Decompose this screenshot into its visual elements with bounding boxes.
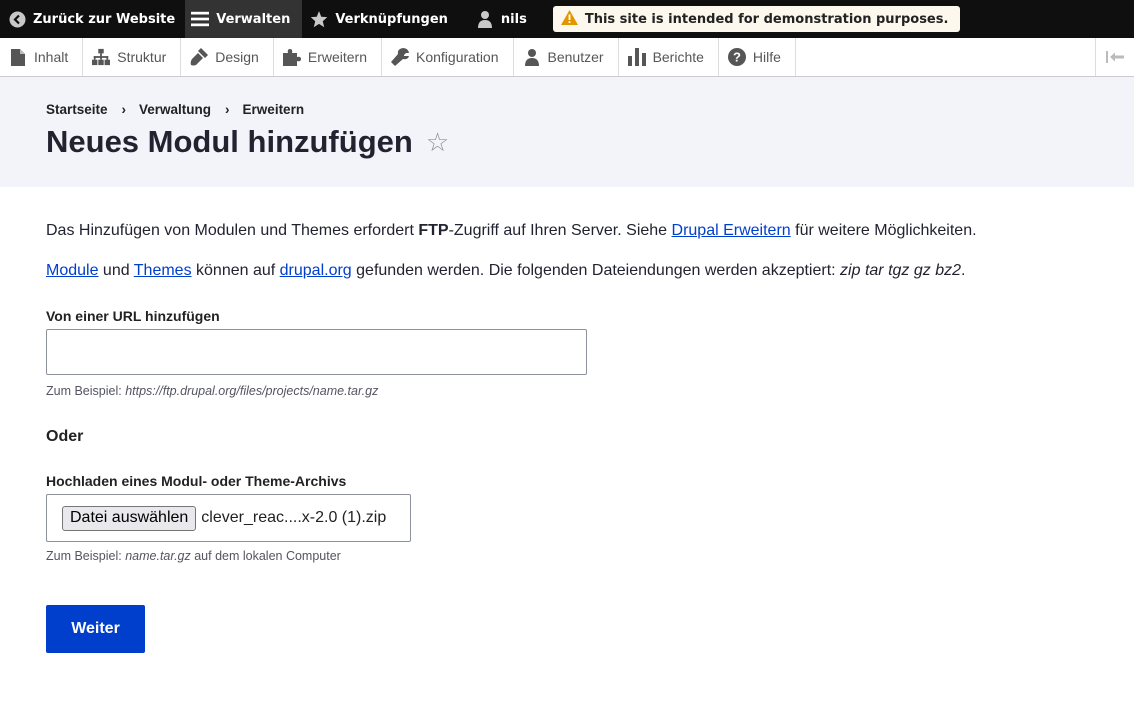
drupal-extend-link[interactable]: Drupal Erweitern [672, 222, 791, 239]
menu-icon [191, 10, 210, 28]
shortcuts-label: Verknüpfungen [335, 11, 448, 27]
tray-item-erweitern[interactable]: Erweitern [274, 38, 382, 76]
tray-item-konfiguration[interactable]: Konfiguration [382, 38, 514, 76]
breadcrumb-link-startseite[interactable]: Startseite [46, 102, 108, 117]
tray-item-label: Inhalt [34, 49, 69, 65]
tray-item-label: Berichte [652, 49, 704, 65]
tray-item-benutzer[interactable]: Benutzer [514, 38, 619, 76]
tray-item-label: Hilfe [752, 49, 781, 65]
intro-text: -Zugriff auf Ihren Server. Siehe [448, 222, 672, 239]
intro-text: . [961, 262, 966, 279]
modules-link[interactable]: Module [46, 262, 98, 279]
back-to-site-label: Zurück zur Website [33, 11, 176, 27]
selected-file-name: clever_reac....x-2.0 (1).zip [201, 509, 387, 526]
warning-icon [560, 9, 578, 29]
page-title: Neues Modul hinzufügen [46, 124, 413, 159]
file-upload-field[interactable]: Datei auswählen clever_reac....x-2.0 (1)… [46, 494, 411, 542]
add-shortcut-star-icon[interactable]: ☆ [426, 127, 449, 158]
people-icon [523, 48, 541, 66]
tray-item-label: Erweitern [307, 49, 367, 65]
themes-link[interactable]: Themes [134, 262, 192, 279]
tray-item-label: Benutzer [547, 49, 604, 65]
star-icon [310, 10, 328, 28]
collapse-left-icon [1106, 48, 1124, 67]
paintbrush-icon [190, 48, 209, 66]
drupal-org-link[interactable]: drupal.org [280, 262, 352, 279]
desc-text: auf dem lokalen Computer [190, 549, 341, 563]
demo-notice-text: This site is intended for demonstration … [584, 11, 949, 27]
choose-file-button[interactable]: Datei auswählen [62, 505, 197, 531]
breadcrumb-separator: › [225, 102, 230, 117]
breadcrumb-link-verwaltung[interactable]: Verwaltung [139, 102, 211, 117]
intro-text: für weitere Möglichkeiten. [790, 222, 977, 239]
desc-text: Zum Beispiel: [46, 549, 126, 563]
breadcrumb-separator: › [121, 102, 127, 117]
breadcrumb: Startseite › Verwaltung › Erweitern [46, 102, 304, 117]
tray-item-label: Struktur [117, 49, 167, 65]
back-to-site-link[interactable]: Zurück zur Website [0, 0, 185, 38]
bar-chart-icon [627, 48, 646, 66]
url-field-description: Zum Beispiel: https://ftp.drupal.org/fil… [46, 384, 378, 398]
tray-item-inhalt[interactable]: Inhalt [0, 38, 84, 76]
tray-item-label: Konfiguration [416, 49, 499, 65]
file-icon [9, 48, 27, 66]
page-title-wrapper: Neues Modul hinzufügen ☆ [46, 124, 449, 160]
help-icon: ? [727, 48, 746, 66]
tray-item-label: Design [215, 49, 259, 65]
url-field-label: Von einer URL hinzufügen [46, 308, 220, 324]
user-icon [476, 10, 494, 28]
user-tab[interactable]: nils [458, 0, 537, 38]
tray-item-hilfe[interactable]: ? Hilfe [719, 38, 796, 76]
or-separator: Oder [46, 428, 84, 445]
tray-orientation-toggle[interactable] [1095, 38, 1134, 76]
user-label: nils [500, 11, 527, 27]
desc-example: https://ftp.drupal.org/files/projects/na… [125, 384, 379, 398]
shortcuts-tab[interactable]: Verknüpfungen [302, 0, 458, 38]
puzzle-icon [282, 48, 301, 66]
upload-field-description: Zum Beispiel: name.tar.gz auf dem lokale… [46, 549, 341, 563]
tray-item-struktur[interactable]: Struktur [83, 38, 182, 76]
intro-paragraph-ftp: Das Hinzufügen von Modulen und Themes er… [46, 222, 977, 240]
ftp-bold: FTP [418, 222, 449, 239]
page-header: Startseite › Verwaltung › Erweitern Neue… [0, 77, 1134, 187]
upload-field-label: Hochladen eines Modul- oder Theme-Archiv… [46, 473, 347, 489]
intro-text: gefunden werden. Die folgenden Dateiendu… [351, 262, 841, 279]
breadcrumb-link-erweitern[interactable]: Erweitern [243, 102, 305, 117]
continue-button[interactable]: Weiter [46, 605, 145, 653]
intro-paragraph-extensions: Module und Themes können auf drupal.org … [46, 262, 965, 280]
svg-text:?: ? [733, 50, 741, 65]
wrench-icon [391, 48, 409, 66]
intro-text: Das Hinzufügen von Modulen und Themes er… [46, 222, 419, 239]
intro-text: können auf [191, 262, 280, 279]
demo-notice-wrapper: This site is intended for demonstration … [537, 0, 961, 38]
url-input[interactable] [46, 329, 587, 375]
sitemap-icon [92, 48, 111, 66]
manage-label: Verwalten [216, 11, 291, 27]
manage-tab[interactable]: Verwalten [185, 0, 303, 38]
tray-item-design[interactable]: Design [181, 38, 274, 76]
demo-notice: This site is intended for demonstration … [552, 6, 961, 32]
back-arrow-icon [8, 10, 26, 28]
tray-item-berichte[interactable]: Berichte [619, 38, 719, 76]
intro-text: und [98, 262, 134, 279]
admin-toolbar: Zurück zur Website Verwalten Verknüpfung… [0, 0, 1134, 38]
admin-tray: Inhalt Struktur Design Erweitern Konfigu… [0, 38, 1134, 77]
desc-example: name.tar.gz [125, 549, 191, 563]
file-extensions: zip tar tgz gz bz2 [840, 262, 961, 279]
desc-text: Zum Beispiel: [46, 384, 126, 398]
